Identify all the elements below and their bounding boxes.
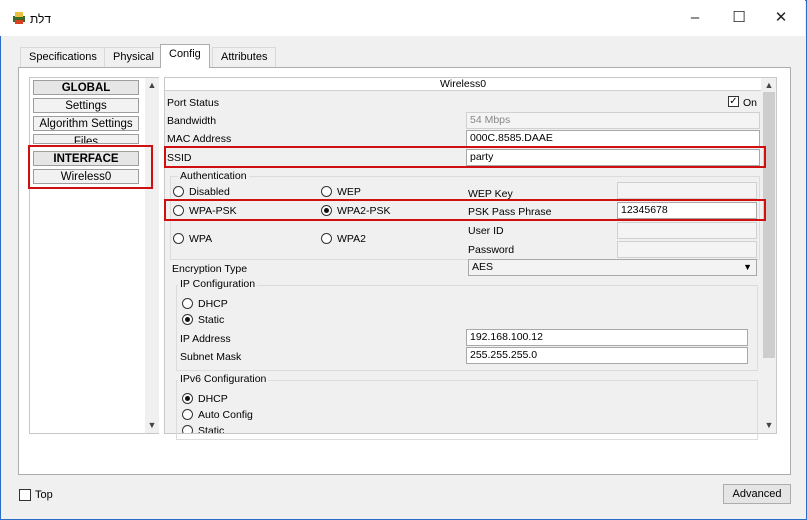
list-scroll-down-icon[interactable]: ▼ [146, 420, 158, 430]
tab-specifications[interactable]: Specifications [20, 47, 106, 67]
encryption-type-select[interactable]: AES ▼ [468, 259, 757, 276]
sidebar-item-algorithm-settings[interactable]: Algorithm Settings [33, 116, 139, 131]
ip-address-field[interactable]: 192.168.100.12 [466, 329, 748, 346]
maximize-button[interactable]: ☐ [717, 0, 761, 36]
user-id-label: User ID [468, 225, 504, 237]
user-id-field [617, 222, 757, 239]
section-header: Wireless0 [165, 78, 761, 91]
auth-wpa2-label: WPA2 [337, 233, 366, 245]
sidebar-item-files[interactable]: Files [33, 134, 139, 144]
ip-static-radio[interactable] [182, 314, 193, 325]
ssid-highlight [164, 146, 766, 168]
auth-disabled-label: Disabled [189, 186, 230, 198]
tab-physical[interactable]: Physical [104, 47, 163, 67]
tab-config[interactable]: Config [160, 44, 210, 68]
printer-icon [13, 12, 25, 24]
bandwidth-field: 54 Mbps [466, 112, 760, 129]
auth-wpa2-radio[interactable] [321, 233, 332, 244]
auth-wpa-label: WPA [189, 233, 213, 245]
ip-static-label: Static [198, 314, 225, 326]
ip-address-label: IP Address [180, 333, 231, 345]
port-status-label: Port Status [167, 97, 219, 109]
ip-configuration-legend: IP Configuration [178, 278, 258, 290]
ipv6-auto-config-label: Auto Config [198, 409, 253, 421]
content-scroll-up-icon[interactable]: ▲ [763, 80, 775, 90]
ipv6-dhcp-radio[interactable] [182, 393, 193, 404]
auth-wpa-radio[interactable] [173, 233, 184, 244]
mac-address-label: MAC Address [167, 133, 232, 145]
auth-wep-radio[interactable] [321, 186, 332, 197]
content-scroll-down-icon[interactable]: ▼ [763, 420, 775, 430]
sidebar-item-global[interactable]: GLOBAL [33, 80, 139, 95]
ipv6-static-label: Static [198, 425, 225, 433]
psk-highlight [164, 199, 766, 221]
mac-address-field[interactable]: 000C.8585.DAAE [466, 130, 760, 147]
list-scrollbar[interactable] [145, 78, 159, 433]
minimize-button[interactable]: – [673, 0, 717, 36]
top-label: Top [35, 489, 53, 501]
top-checkbox[interactable] [19, 489, 31, 501]
ip-dhcp-label: DHCP [198, 298, 228, 310]
title-bar: דלת – ☐ ✕ [0, 0, 805, 36]
list-scroll-up-icon[interactable]: ▲ [146, 80, 158, 90]
authentication-legend: Authentication [178, 170, 249, 182]
ipv6-static-radio[interactable] [182, 425, 193, 433]
ipv6-dhcp-label: DHCP [198, 393, 228, 405]
chevron-down-icon: ▼ [743, 262, 752, 272]
wep-key-field [617, 182, 757, 199]
ipv6-configuration-legend: IPv6 Configuration [178, 373, 269, 385]
auth-wep-label: WEP [337, 186, 361, 198]
bandwidth-label: Bandwidth [167, 115, 217, 127]
interface-highlight [28, 145, 153, 189]
ip-dhcp-radio[interactable] [182, 298, 193, 309]
window-title: דלת [30, 12, 52, 26]
subnet-mask-label: Subnet Mask [180, 351, 242, 363]
tab-attributes[interactable]: Attributes [212, 47, 277, 67]
encryption-type-value: AES [472, 261, 494, 273]
password-field [617, 241, 757, 258]
subnet-mask-field[interactable]: 255.255.255.0 [466, 347, 748, 364]
password-label: Password [468, 244, 515, 256]
port-status-checkbox[interactable]: ✓ [728, 96, 739, 107]
auth-disabled-radio[interactable] [173, 186, 184, 197]
advanced-button[interactable]: Advanced [723, 484, 791, 504]
port-status-value: On [743, 97, 758, 109]
ipv6-auto-config-radio[interactable] [182, 409, 193, 420]
ipv6-static-clip: Static [165, 425, 761, 433]
close-button[interactable]: ✕ [759, 0, 803, 36]
encryption-type-label: Encryption Type [172, 263, 248, 275]
content-scroll-thumb[interactable] [763, 92, 775, 358]
sidebar-item-settings[interactable]: Settings [33, 98, 139, 113]
